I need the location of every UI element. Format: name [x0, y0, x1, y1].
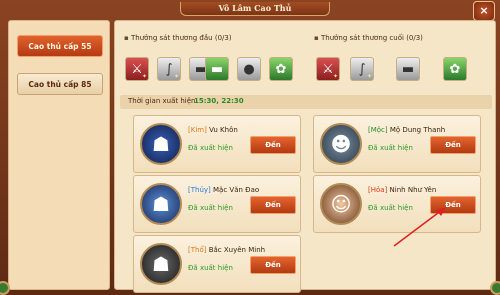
boss-element: [Kim] [188, 126, 207, 134]
schedule-label: Thời gian xuất hiện: [128, 97, 198, 105]
first-damage-reward-header: ▪ Thưởng sát thương đầu (0/3) [124, 34, 232, 42]
boss-card-kim: ☗ [Kim] Vu Khôn Đã xuất hiện Đến [133, 115, 301, 173]
window-title: Võ Lâm Cao Thủ [180, 2, 330, 16]
corner-ornament-icon [490, 281, 500, 295]
last-damage-reward-header: ▪ Thưởng sát thương cuối (0/3) [314, 34, 423, 42]
boss-name: Mặc Văn Đao [213, 186, 260, 194]
boss-name: Mộ Dung Thanh [389, 126, 446, 134]
corner-ornament-icon [0, 281, 10, 295]
last-reward-count: (0/3) [406, 34, 423, 42]
boss-card-tho: ☗ [Thổ] Bắc Xuyên Minh Đã xuất hiện Đến [133, 235, 301, 293]
go-button[interactable]: Đến [250, 256, 296, 274]
tab-level-55[interactable]: Cao thủ cấp 55 [17, 35, 103, 57]
boss-portrait: ☺ [320, 183, 362, 225]
green-gem-icon[interactable]: ✿ [443, 57, 467, 81]
boss-name: Ninh Như Yên [389, 186, 437, 194]
go-button[interactable]: Đến [250, 136, 296, 154]
red-weapon-icon[interactable]: ⚔ ✦ [316, 57, 340, 81]
schedule-strip: Thời gian xuất hiện: 15:30, 22:30 [120, 95, 492, 109]
schedule-value: 15:30, 22:30 [194, 97, 244, 105]
close-icon[interactable]: × [473, 1, 495, 21]
green-gem-icon[interactable]: ✿ [269, 57, 293, 81]
boss-element: [Thủy] [188, 186, 211, 194]
annotation-arrow-icon [393, 207, 446, 247]
boss-element: [Mộc] [368, 126, 388, 134]
boss-name: Bắc Xuyên Minh [208, 246, 266, 254]
boss-portrait: ☗ [140, 123, 182, 165]
boss-element: [Thổ] [188, 246, 207, 254]
anvil-green-icon[interactable]: ▬ [205, 57, 229, 81]
anvil-icon[interactable]: ▬ [396, 57, 420, 81]
boss-status: Đã xuất hiện [188, 144, 233, 152]
scroll-icon[interactable]: ∫ ✦ [157, 57, 181, 81]
boss-card-thuy: ☗ [Thủy] Mặc Văn Đao Đã xuất hiện Đến [133, 175, 301, 233]
go-button[interactable]: Đến [250, 196, 296, 214]
scroll-icon[interactable]: ∫ ✦ [350, 57, 374, 81]
boss-card-moc: ☻ [Mộc] Mộ Dung Thanh Đã xuất hiện Đến [313, 115, 481, 173]
boss-status: Đã xuất hiện [368, 144, 413, 152]
first-reward-count: (0/3) [214, 34, 232, 42]
boss-status: Đã xuất hiện [188, 204, 233, 212]
tab-level-85[interactable]: Cao thủ cấp 85 [17, 73, 103, 95]
first-reward-label: Thưởng sát thương đầu [130, 34, 213, 42]
boss-portrait: ☗ [140, 243, 182, 285]
boss-portrait: ☗ [140, 183, 182, 225]
boss-status: Đã xuất hiện [188, 264, 233, 272]
sidebar: Cao thủ cấp 55 Cao thủ cấp 85 [8, 20, 110, 290]
boss-element: [Hỏa] [368, 186, 388, 194]
red-weapon-icon[interactable]: ⚔ ✦ [125, 57, 149, 81]
orb-icon[interactable]: ● [237, 57, 261, 81]
boss-name: Vu Khôn [209, 126, 238, 134]
game-window: Võ Lâm Cao Thủ × Cao thủ cấp 55 Cao thủ … [0, 0, 500, 295]
last-reward-label: Thưởng sát thương cuối [320, 34, 404, 42]
boss-portrait: ☻ [320, 123, 362, 165]
go-button[interactable]: Đến [430, 136, 476, 154]
